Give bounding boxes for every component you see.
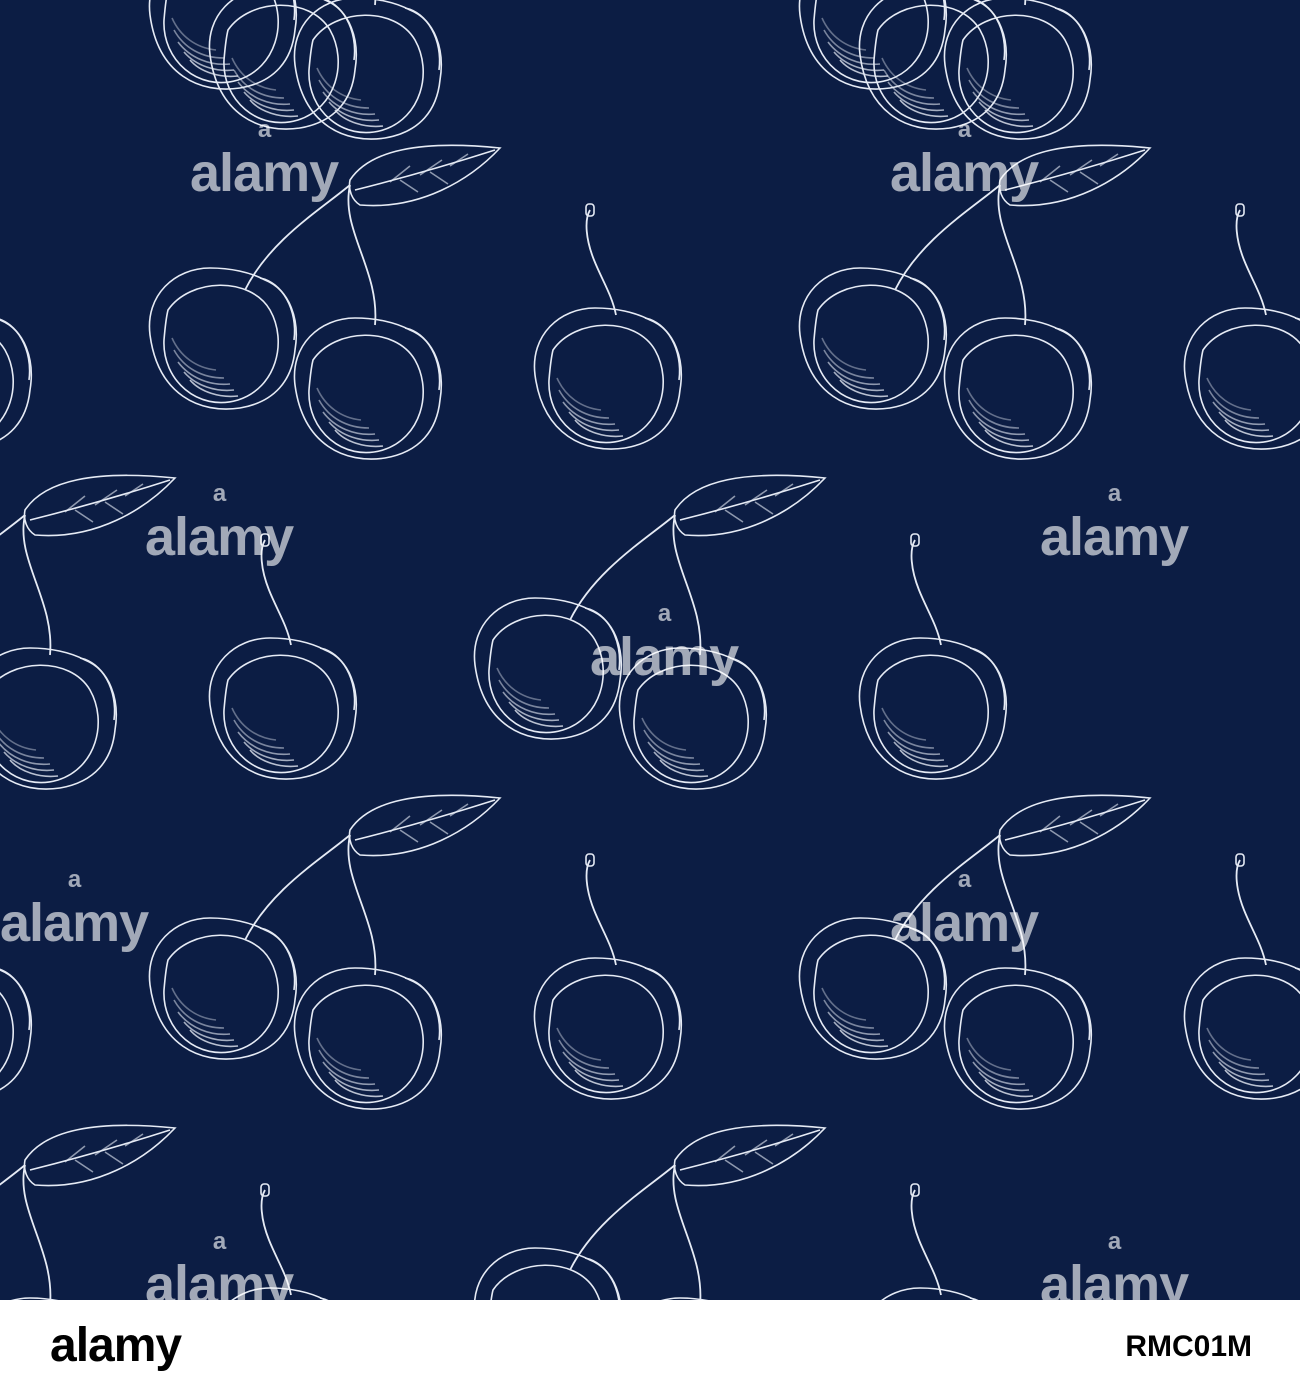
stock-footer-bar: alamy RMC01M [0, 1300, 1300, 1390]
single-cherry-motif [534, 204, 681, 449]
watermark-mark: a [67, 866, 81, 893]
watermark-mark: a [1107, 1228, 1121, 1255]
single-cherry-motif [859, 1184, 1006, 1300]
watermark: a alamy [190, 116, 339, 203]
watermark-mark: a [957, 116, 971, 143]
watermark: a alamy [1040, 480, 1189, 567]
watermark-text: alamy [145, 507, 294, 567]
single-cherry-motif [1184, 204, 1300, 449]
watermark-text: alamy [1040, 507, 1189, 567]
watermark: a alamy [590, 600, 739, 687]
watermark: a alamy [0, 866, 149, 953]
watermark-text: alamy [590, 627, 739, 687]
watermark-mark: a [657, 600, 671, 627]
single-cherry-motif [859, 534, 1006, 779]
cherry-pattern-image: a alamy a alamy a alamy a alamy a alamy a alam… [0, 0, 1300, 1300]
watermark: a alamy [145, 480, 294, 567]
single-cherry-motif [1184, 854, 1300, 1099]
watermark-text: alamy [190, 143, 339, 203]
watermark: a alamy [1040, 1228, 1189, 1301]
single-cherry-motif [209, 534, 356, 779]
image-id-label: RMC01M [1125, 1330, 1252, 1363]
watermark-text: alamy [0, 893, 149, 953]
watermark: a alamy [890, 866, 1039, 953]
watermark-text: alamy [890, 143, 1039, 203]
single-cherry-motif [534, 854, 681, 1099]
watermark-mark: a [1107, 480, 1121, 507]
watermark: a alamy [890, 116, 1039, 203]
watermark-text: alamy [890, 893, 1039, 953]
single-cherry-motif [0, 204, 31, 449]
watermark-text: alamy [145, 1255, 294, 1300]
cherry-pair-motif [474, 1125, 825, 1300]
cherry-pair-motif [149, 795, 500, 1109]
watermark-mark: a [212, 480, 226, 507]
watermark: a alamy [145, 1228, 294, 1301]
watermark-mark: a [212, 1228, 226, 1255]
watermark-mark: a [957, 866, 971, 893]
alamy-logo: alamy [50, 1319, 182, 1372]
watermark-text: alamy [1040, 1255, 1189, 1300]
watermark-mark: a [257, 116, 271, 143]
